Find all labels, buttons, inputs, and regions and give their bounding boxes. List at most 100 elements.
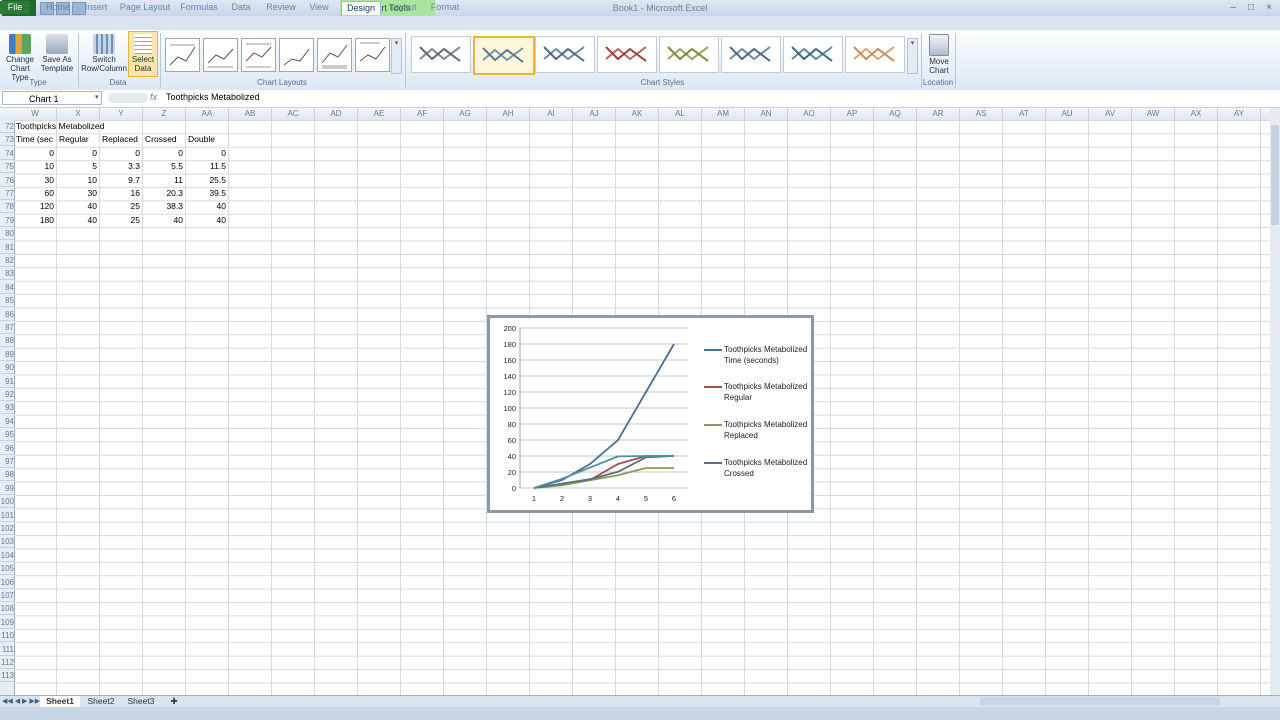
column-header[interactable]: AA (186, 108, 229, 120)
column-header[interactable]: AL (659, 108, 702, 120)
table-cell[interactable]: 25 (100, 200, 140, 213)
table-cell[interactable]: 30 (57, 187, 97, 200)
insert-function-button[interactable]: fx (150, 92, 157, 102)
table-cell[interactable]: 16 (100, 187, 140, 200)
row-header[interactable]: 86 (0, 308, 14, 321)
table-cell[interactable]: 0 (143, 147, 183, 160)
column-header[interactable]: AC (272, 108, 315, 120)
column-header[interactable]: AX (1175, 108, 1218, 120)
row-header[interactable]: 110 (0, 629, 14, 643)
row-header[interactable]: 83 (0, 267, 14, 281)
column-header[interactable]: AT (1003, 108, 1046, 120)
row-header[interactable]: 105 (0, 562, 14, 576)
row-header[interactable]: 108 (0, 602, 14, 616)
table-cell[interactable]: 11 (143, 174, 183, 187)
name-box-dropdown-icon[interactable]: ▾ (95, 93, 99, 101)
column-header[interactable]: AI (530, 108, 573, 120)
chart-style-7[interactable] (783, 36, 843, 73)
layouts-more-icon[interactable]: ▾ (391, 38, 402, 74)
column-header[interactable]: AD (315, 108, 358, 120)
styles-more-icon[interactable]: ▾ (907, 38, 918, 74)
row-header[interactable]: 111 (0, 643, 14, 656)
row-header[interactable]: 90 (0, 361, 14, 375)
column-header[interactable]: AP (831, 108, 874, 120)
column-header[interactable]: Z (143, 108, 186, 120)
table-cell[interactable]: 25.5 (186, 174, 226, 187)
row-header[interactable]: 87 (0, 321, 14, 334)
row-header[interactable]: 79 (0, 214, 14, 227)
sheet-tab-sheet2[interactable]: Sheet2 (82, 696, 120, 707)
column-header[interactable]: X (57, 108, 100, 120)
table-cell[interactable]: 10 (14, 160, 54, 173)
row-header[interactable]: 104 (0, 549, 14, 562)
switch-row-column-button[interactable]: Switch Row/Column (80, 32, 128, 73)
row-header[interactable]: 78 (0, 200, 14, 214)
row-header[interactable]: 91 (0, 375, 14, 388)
table-cell[interactable]: 9.7 (100, 174, 140, 187)
row-header[interactable]: 74 (0, 147, 14, 160)
table-cell[interactable]: 30 (14, 174, 54, 187)
table-cell[interactable]: 3.3 (100, 160, 140, 173)
vertical-scroll-thumb[interactable] (1271, 125, 1279, 225)
row-header[interactable]: 102 (0, 522, 14, 535)
table-cell[interactable]: 39.5 (186, 187, 226, 200)
chart-style-2[interactable] (473, 36, 535, 75)
chart-style-4[interactable] (597, 36, 657, 73)
column-header[interactable]: W (14, 108, 57, 120)
column-header[interactable]: AG (444, 108, 487, 120)
tab-data[interactable]: Data (226, 1, 256, 14)
chart-layout-6[interactable] (355, 38, 390, 72)
row-header[interactable]: 88 (0, 334, 14, 348)
sheet-nav-icons[interactable]: ◀◀ ◀ ▶ ▶▶ (2, 697, 40, 705)
tab-design[interactable]: Design (341, 1, 381, 15)
row-header[interactable]: 89 (0, 348, 14, 361)
column-header[interactable]: AQ (874, 108, 917, 120)
row-header[interactable]: 100 (0, 495, 14, 509)
change-chart-type-button[interactable]: Change Chart Type (2, 32, 38, 82)
tab-page-layout[interactable]: Page Layout (118, 1, 172, 14)
table-cell[interactable]: 20.3 (143, 187, 183, 200)
table-cell[interactable]: Replaced (102, 133, 144, 146)
table-cell[interactable]: 40 (143, 214, 183, 227)
column-header[interactable]: AB (229, 108, 272, 120)
formula-input[interactable]: Toothpicks Metabolized (166, 92, 260, 102)
table-cell[interactable]: Crossed (145, 133, 187, 146)
table-cell[interactable]: 0 (14, 147, 54, 160)
column-header[interactable]: AK (616, 108, 659, 120)
row-header[interactable]: 99 (0, 482, 14, 495)
insert-sheet-icon[interactable]: ✚ (162, 696, 186, 707)
chart-layout-1[interactable] (165, 38, 200, 72)
chart-style-5[interactable] (659, 36, 719, 73)
row-header[interactable]: 107 (0, 589, 14, 602)
name-box[interactable]: Chart 1 (2, 91, 102, 105)
embedded-chart[interactable]: 0 20 40 60 80 100 120 140 160 180 200 1 2 3 4 5 6 Toothp… (487, 315, 814, 513)
chart-style-1[interactable] (411, 36, 471, 73)
column-header[interactable]: AO (788, 108, 831, 120)
formula-bar-resize-handle[interactable] (108, 93, 148, 103)
row-header[interactable]: 98 (0, 468, 14, 482)
column-header[interactable]: AJ (573, 108, 616, 120)
row-header[interactable]: 92 (0, 388, 14, 401)
select-data-button[interactable]: Select Data (128, 31, 158, 77)
chart-style-8[interactable] (845, 36, 905, 73)
restore-icon[interactable]: □ (1244, 1, 1258, 14)
row-header[interactable]: 112 (0, 656, 14, 669)
row-header[interactable]: 81 (0, 241, 14, 254)
horizontal-scrollbar[interactable] (980, 697, 1220, 705)
chart-layout-3[interactable] (241, 38, 276, 72)
column-header[interactable]: AF (401, 108, 444, 120)
row-header[interactable]: 82 (0, 254, 14, 267)
row-header[interactable]: 80 (0, 227, 14, 241)
tab-file[interactable]: File (0, 1, 30, 14)
column-header[interactable]: AR (917, 108, 960, 120)
table-cell[interactable]: 180 (14, 214, 54, 227)
save-as-template-button[interactable]: Save As Template (40, 32, 74, 73)
table-cell[interactable]: 0 (186, 147, 226, 160)
chart-layout-2[interactable] (203, 38, 238, 72)
row-header[interactable]: 96 (0, 442, 14, 455)
row-header[interactable]: 77 (0, 187, 14, 200)
table-cell[interactable]: 40 (186, 200, 226, 213)
table-cell[interactable]: 120 (14, 200, 54, 213)
row-header[interactable]: 95 (0, 428, 14, 442)
table-cell[interactable]: 10 (57, 174, 97, 187)
